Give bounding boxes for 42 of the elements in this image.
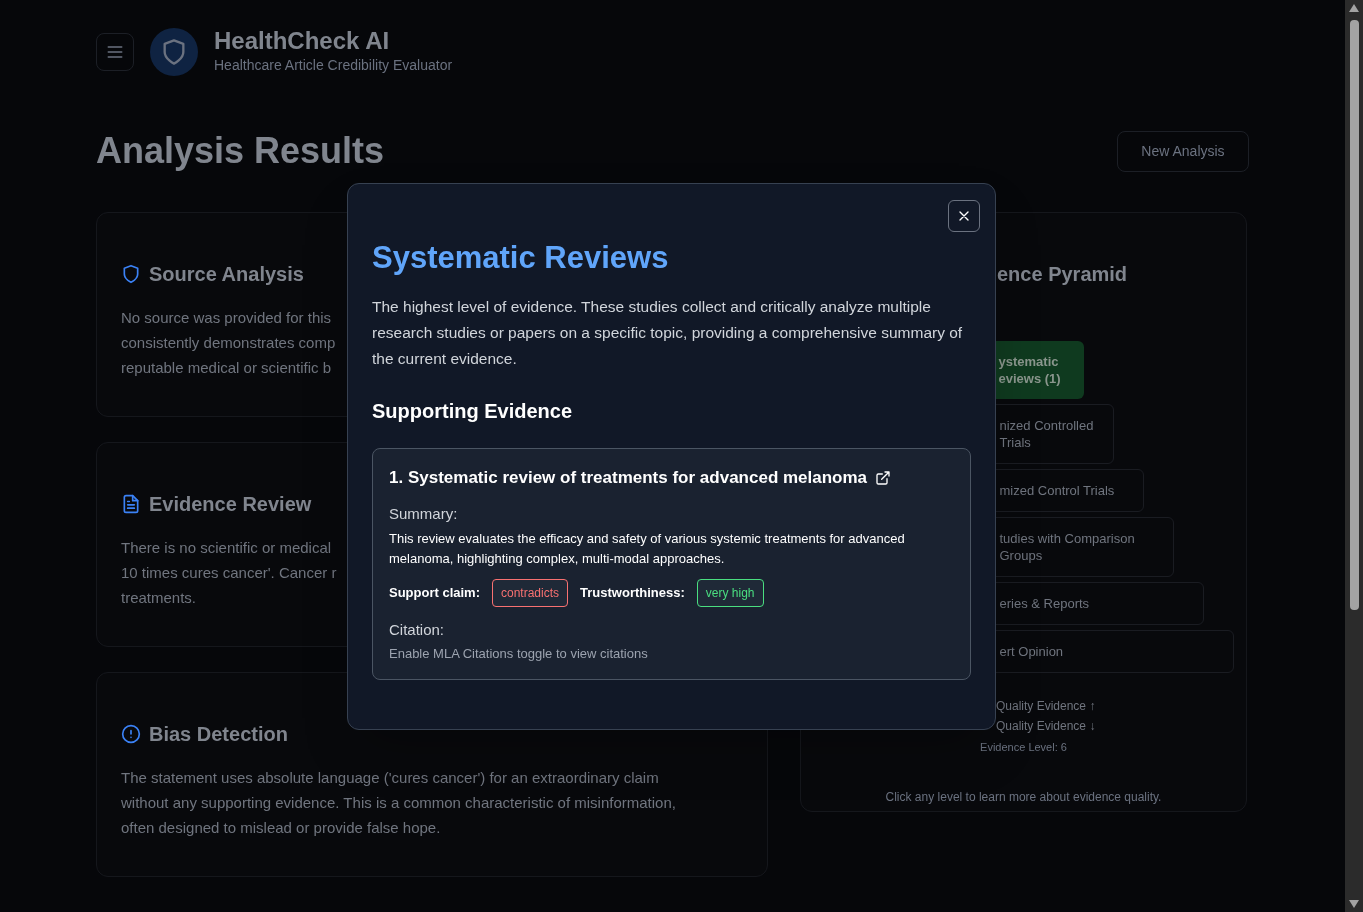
- shield-icon: [121, 264, 141, 284]
- citation-text: Enable MLA Citations toggle to view citations: [389, 644, 649, 663]
- rating-tag: very high: [696, 579, 764, 607]
- card-text: No source was provided for this: [121, 308, 332, 328]
- card-text: The statement uses absolute language ('cures cancer') for an extraordinary claim: [121, 768, 659, 788]
- card-text: 10 times cures cancer'. Cancer r: [121, 563, 337, 583]
- evidence-title: 1. Systematic review of treatments for advanced melanoma: [389, 467, 868, 489]
- document-icon: [121, 494, 141, 514]
- scrollbar[interactable]: [1345, 0, 1363, 912]
- rating-label: Support claim:: [389, 584, 480, 603]
- new-analysis-button[interactable]: New Analysis: [1117, 130, 1249, 172]
- modal-title: Systematic Reviews: [372, 239, 670, 277]
- hint-text: Click any level to learn more about evidence quality.: [885, 788, 1162, 806]
- card-text: treatments.: [121, 588, 197, 608]
- close-button[interactable]: [948, 200, 980, 232]
- card-title: Bias Detection: [149, 722, 288, 747]
- card-text: reputable medical or scientific b: [121, 358, 332, 378]
- external-link-icon[interactable]: [875, 469, 892, 486]
- menu-button[interactable]: [96, 32, 134, 71]
- modal-description: The highest level of evidence. These studies collect and critically analyze multiple research studies or papers on a specific topic, providing a comprehensive summary of the current evidence.: [372, 297, 964, 369]
- field-label: Summary:: [389, 503, 459, 524]
- app-subtitle: Healthcare Article Credibility Evaluator: [214, 56, 453, 75]
- card-text: There is no scientific or medical: [121, 538, 332, 558]
- alert-circle-icon: [121, 724, 141, 744]
- evidence-level-text: Evidence Level: 6: [980, 740, 1067, 755]
- page-title: Analysis Results: [96, 129, 385, 173]
- field-label: Citation:: [389, 620, 446, 640]
- section-title: Supporting Evidence: [372, 399, 574, 424]
- app-title: HealthCheck AI: [214, 27, 391, 55]
- scrollbar-thumb[interactable]: [1349, 20, 1359, 610]
- rating-tag: contradicts: [492, 579, 569, 607]
- card-text: without any supporting evidence. This is a common characteristic of misinformation,: [121, 793, 676, 813]
- scroll-down-icon[interactable]: [1349, 900, 1359, 908]
- legend-text: Quality Evidence ↓: [996, 718, 1096, 735]
- card-text: often designed to mislead or provide false hope.: [121, 818, 441, 838]
- scroll-up-icon[interactable]: [1349, 4, 1359, 12]
- card-title: Evidence Review: [149, 492, 312, 517]
- card-text: consistently demonstrates comp: [121, 333, 336, 353]
- rating-label: Trustworthiness:: [580, 584, 685, 603]
- card-title: ence Pyramid: [997, 262, 1128, 287]
- card-title: Source Analysis: [149, 262, 304, 287]
- legend-text: Quality Evidence ↑: [996, 698, 1096, 715]
